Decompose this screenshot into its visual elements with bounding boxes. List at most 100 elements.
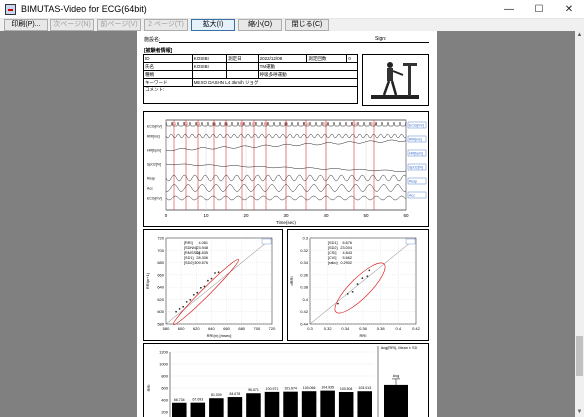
y-tick-label: 400 <box>161 398 168 403</box>
x-tick-label: 40 <box>323 213 329 218</box>
stat-value: 4.843 <box>342 251 352 255</box>
prev-page-button[interactable]: 前ページ(V) <box>97 19 141 31</box>
print-preview-area[interactable]: 施設名: Sign: [被験者情報] ID KOSIBI 測定日 2022/12… <box>0 31 575 417</box>
avg-bar <box>384 384 408 417</box>
bar <box>246 393 261 417</box>
legend-label: SpO2[%] <box>409 166 423 170</box>
toolbar: 印刷(P)... 次ページ(N) 前ページ(V) 2 ページ(T) 拡大(I) … <box>0 18 584 31</box>
y-tick-label: 0.36 <box>300 272 309 277</box>
table-cell: キーワード <box>143 78 193 87</box>
x-tick-label: 660 <box>223 326 230 331</box>
y-tick-label: 620 <box>157 297 164 302</box>
y-axis-label: ECG[mV] <box>147 125 162 129</box>
vertical-scrollbar[interactable]: ▲ ▼ <box>575 31 584 417</box>
bar <box>283 391 298 417</box>
data-point <box>200 286 202 289</box>
x-tick-label: 0.38 <box>377 326 386 331</box>
zoom-in-button[interactable]: 拡大(I) <box>191 19 235 31</box>
stat-name: [SDNN] <box>184 246 197 250</box>
stat-name: [ratio] <box>328 261 338 265</box>
y-tick-label: 600 <box>161 386 168 391</box>
y-axis-label: RRI[ms] <box>147 135 160 139</box>
stat-value: 14.835 <box>196 251 208 255</box>
data-point <box>189 298 192 301</box>
x-tick-label: 580 <box>163 326 170 331</box>
maximize-button[interactable]: ☐ <box>524 0 554 18</box>
table-cell: 種類 <box>143 70 193 79</box>
y-axis-label: dRRI <box>289 276 294 285</box>
x-tick-label: 30 <box>283 213 289 218</box>
stat-name: [SD2] <box>328 246 338 250</box>
data-point <box>175 310 177 313</box>
print-button[interactable]: 印刷(P)... <box>4 19 48 31</box>
examiner-label: 施設名: <box>144 37 161 43</box>
y-axis-label: HR[bpm] <box>147 149 161 153</box>
y-tick-label: 0.42 <box>300 309 309 314</box>
y-tick-label: 0.34 <box>300 260 309 265</box>
data-point <box>366 275 369 278</box>
next-page-button[interactable]: 次ページ(N) <box>50 19 94 31</box>
bar <box>320 390 335 417</box>
minimize-button[interactable]: — <box>494 0 524 18</box>
treadmill-image <box>363 55 428 105</box>
zoom-out-button[interactable]: 縮小(O) <box>238 19 282 31</box>
y-tick-label: 0.4 <box>302 297 308 302</box>
bar <box>338 392 354 417</box>
y-tick-label: 640 <box>157 285 164 290</box>
stat-value: 309.576 <box>194 261 208 265</box>
section-title: [被験者情報] <box>144 48 173 54</box>
scroll-down-arrow-icon[interactable]: ▼ <box>575 408 584 417</box>
scroll-up-arrow-icon[interactable]: ▲ <box>575 31 584 40</box>
table-cell: 氏名 <box>143 62 193 71</box>
scrollbar-thumb[interactable] <box>576 336 583 376</box>
rri-bar-chart: Avg(RRI), Mean ± SD020040060080010001200… <box>146 346 418 417</box>
table-cell: 0 <box>346 54 358 63</box>
data-point <box>368 269 371 272</box>
bar-value-label: 101.674 <box>284 387 297 391</box>
table-cell: コメント: <box>143 86 358 104</box>
legend-box <box>405 238 416 245</box>
table-cell: ID <box>143 54 193 63</box>
y-tick-label: 600 <box>157 309 164 314</box>
x-tick-label: 0.32 <box>324 326 333 331</box>
y-tick-label: 700 <box>157 248 164 253</box>
x-tick-label: 700 <box>254 326 261 331</box>
data-point <box>207 279 209 282</box>
bar <box>172 402 187 417</box>
table-cell: TM運動 <box>257 62 359 71</box>
bar-value-label: 67.093 <box>192 398 203 402</box>
x-tick-label: 0 <box>165 213 168 218</box>
table-row: ID KOSIBI 測定日 2022/12/08 測定回数 0 <box>143 54 358 63</box>
stat-value: 4.081 <box>198 241 208 245</box>
window-controls: — ☐ ✕ <box>494 0 584 18</box>
stat-value: 23.004 <box>340 246 352 250</box>
data-point <box>346 293 349 295</box>
table-row: キーワード MEXO DASHN L4 3km/h ジョグ <box>143 78 359 87</box>
x-tick-label: 680 <box>238 326 245 331</box>
x-tick-label: 10 <box>203 213 209 218</box>
y-axis-label: RRI <box>146 385 151 392</box>
stat-value: 23.948 <box>196 246 208 250</box>
table-cell: 2022/12/08 <box>257 54 308 63</box>
close-preview-button[interactable]: 閉じる(C) <box>285 19 329 31</box>
x-tick-label: 20 <box>243 213 249 218</box>
two-page-button[interactable]: 2 ページ(T) <box>144 19 188 31</box>
legend-box <box>261 238 272 245</box>
bar-value-label: 100.971 <box>266 387 279 391</box>
y-tick-label: 1200 <box>159 350 169 355</box>
y-tick-label: 200 <box>161 410 168 415</box>
title-bar: BIMUTAS-Video for ECG(64bit) — ☐ ✕ <box>0 0 584 19</box>
bar-value-label: 103.013 <box>358 386 371 390</box>
bar-value-label: 66.734 <box>174 398 185 402</box>
x-tick-label: 0.36 <box>359 326 368 331</box>
table-row: 氏名 KOSIBI TM運動 <box>143 62 359 71</box>
legend-label: RRI[ms] <box>409 138 422 142</box>
subject-photo <box>362 54 429 106</box>
data-point <box>192 293 195 296</box>
y-tick-label: 0.3 <box>302 236 308 241</box>
bar-value-label: 103.066 <box>303 386 316 390</box>
y-tick-label: 720 <box>157 236 164 241</box>
y-tick-label: 0.44 <box>300 322 309 327</box>
close-button[interactable]: ✕ <box>554 0 584 18</box>
report-page: 施設名: Sign: [被験者情報] ID KOSIBI 測定日 2022/12… <box>137 31 437 417</box>
